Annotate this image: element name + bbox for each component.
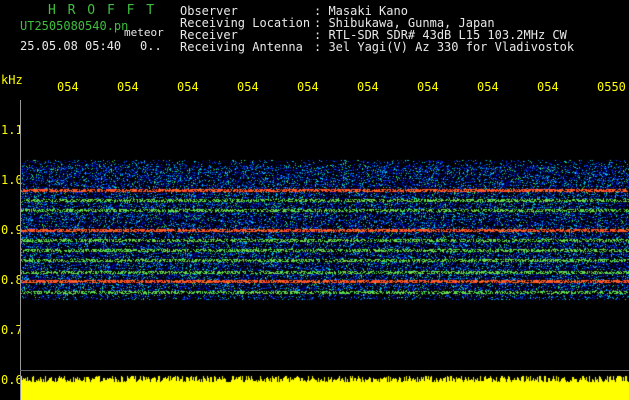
spectrogram-plot[interactable] bbox=[20, 100, 629, 400]
x-tick-label: 054 bbox=[237, 80, 259, 94]
antenna-value: : 3el Yagi(V) Az 330 for Vladivostok bbox=[314, 40, 575, 54]
x-tick-label: 054 bbox=[477, 80, 499, 94]
meteor-count: 0.. bbox=[140, 39, 162, 53]
app-title: H R O F F T bbox=[48, 3, 157, 18]
bottom-reference-line bbox=[20, 370, 629, 371]
y-unit-label: kHz bbox=[1, 73, 23, 87]
x-tick-label: 054 bbox=[177, 80, 199, 94]
filename-label: UT2505080540.pn bbox=[20, 19, 129, 33]
x-tick-label: 054 bbox=[57, 80, 79, 94]
x-tick-label: 054 bbox=[297, 80, 319, 94]
x-tick-label: 054 bbox=[537, 80, 559, 94]
antenna-label: Receiving Antenna bbox=[180, 40, 303, 54]
x-tick-label: 054 bbox=[417, 80, 439, 94]
meteor-label: meteor bbox=[124, 26, 164, 39]
left-axis-line bbox=[20, 100, 21, 400]
x-tick-label: 054 bbox=[357, 80, 379, 94]
x-tick-label: 0550 bbox=[597, 80, 626, 94]
spectrogram-canvas bbox=[20, 100, 629, 400]
x-tick-label: 054 bbox=[117, 80, 139, 94]
datetime-label: 25.05.08 05:40 bbox=[20, 39, 122, 53]
